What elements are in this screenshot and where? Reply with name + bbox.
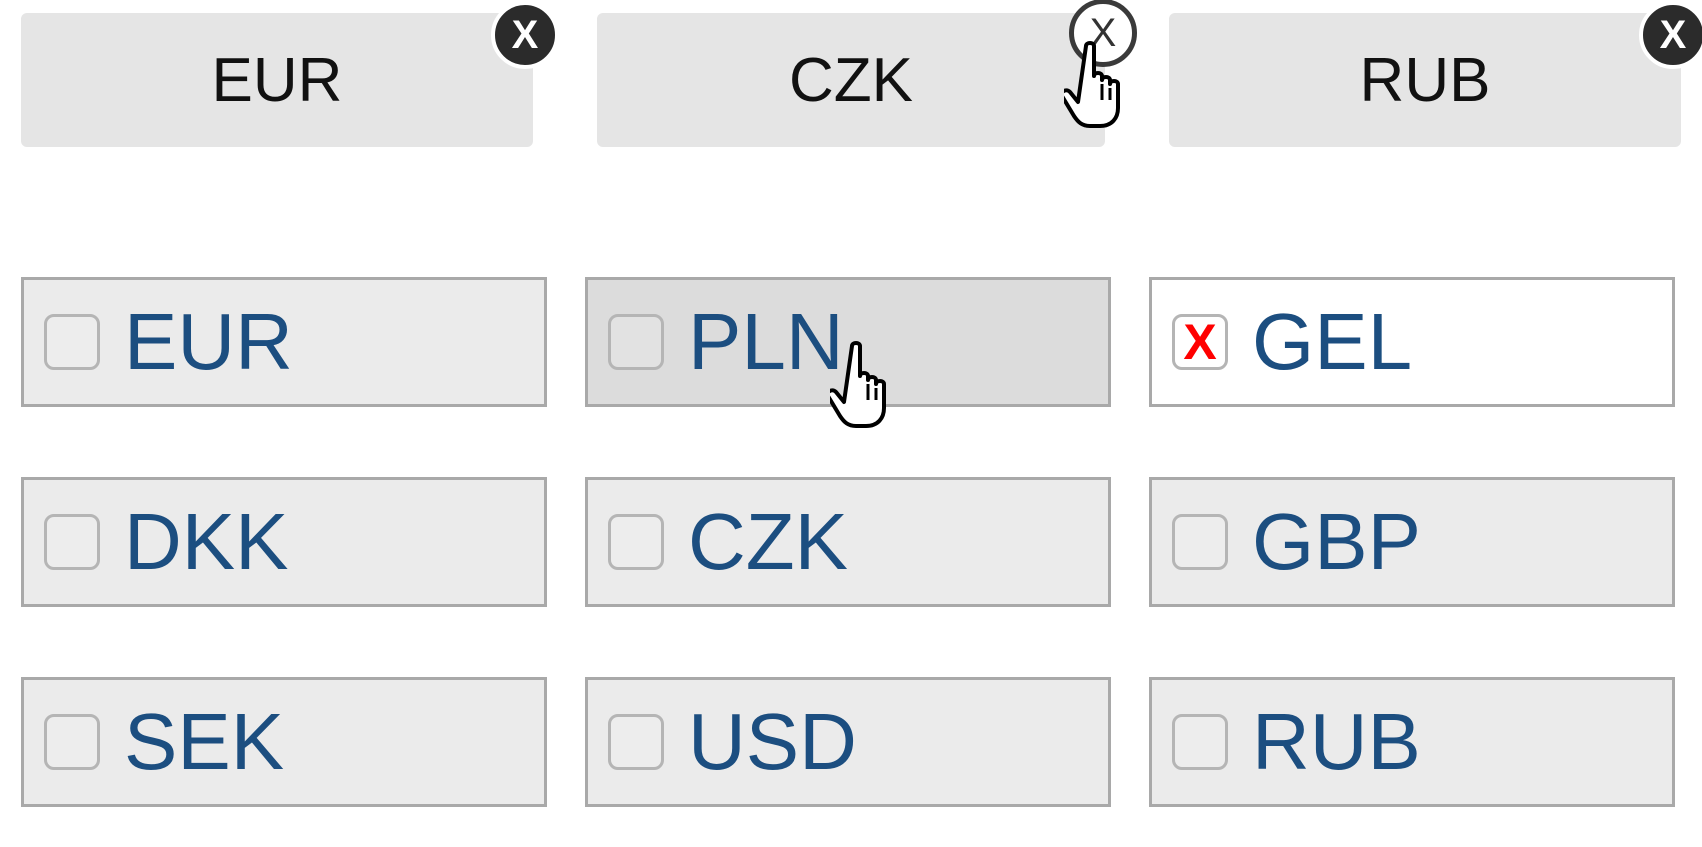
- checkbox[interactable]: [44, 514, 100, 570]
- option-gel[interactable]: X GEL: [1149, 277, 1675, 407]
- option-rub[interactable]: RUB: [1149, 677, 1675, 807]
- option-usd[interactable]: USD: [585, 677, 1111, 807]
- currency-selector: EUR X CZK X RUB X EUR PLN X GEL DKK CZK: [0, 0, 1702, 847]
- checkbox[interactable]: [44, 714, 100, 770]
- selected-chip-rub[interactable]: RUB X: [1169, 1, 1702, 147]
- option-gbp[interactable]: GBP: [1149, 477, 1675, 607]
- option-label: GBP: [1252, 497, 1421, 586]
- option-label: CZK: [688, 497, 848, 586]
- chip-label: EUR: [211, 45, 343, 115]
- checkbox[interactable]: [608, 314, 664, 370]
- option-label: PLN: [688, 297, 844, 386]
- checkbox-checked[interactable]: X: [1172, 314, 1228, 370]
- close-icon: X: [1659, 13, 1687, 57]
- checkbox[interactable]: [44, 314, 100, 370]
- option-label: DKK: [124, 497, 289, 586]
- remove-eur-button[interactable]: X: [491, 1, 559, 69]
- option-label: GEL: [1252, 297, 1413, 386]
- checkbox[interactable]: [1172, 714, 1228, 770]
- chip-label: CZK: [789, 45, 913, 115]
- selected-chip-czk[interactable]: CZK X: [597, 0, 1137, 147]
- option-czk[interactable]: CZK: [585, 477, 1111, 607]
- close-icon: X: [511, 13, 539, 57]
- option-dkk[interactable]: DKK: [21, 477, 547, 607]
- option-label: EUR: [124, 297, 293, 386]
- option-sek[interactable]: SEK: [21, 677, 547, 807]
- checkbox[interactable]: [608, 714, 664, 770]
- option-label: RUB: [1252, 697, 1421, 786]
- option-eur[interactable]: EUR: [21, 277, 547, 407]
- option-label: USD: [688, 697, 857, 786]
- selected-chip-eur[interactable]: EUR X: [21, 1, 559, 147]
- option-pln[interactable]: PLN: [585, 277, 1111, 407]
- chip-label: RUB: [1359, 45, 1491, 115]
- close-icon: X: [1089, 11, 1117, 55]
- remove-czk-button[interactable]: X: [1069, 0, 1137, 67]
- checkbox[interactable]: [608, 514, 664, 570]
- remove-rub-button[interactable]: X: [1639, 1, 1702, 69]
- option-label: SEK: [124, 697, 285, 786]
- checkbox[interactable]: [1172, 514, 1228, 570]
